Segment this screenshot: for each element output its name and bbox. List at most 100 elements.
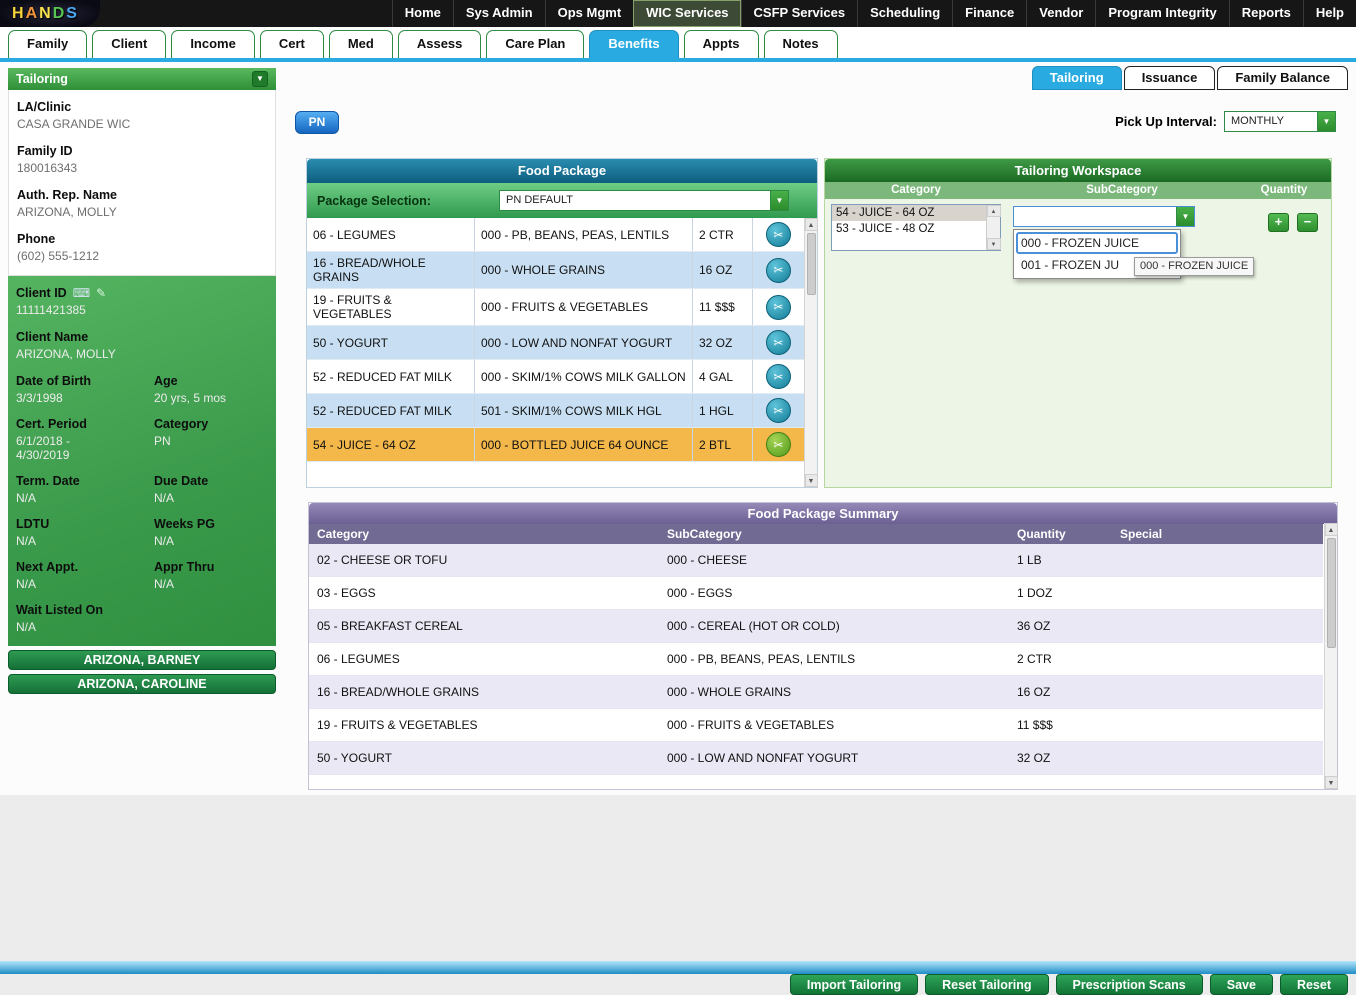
pickup-interval-label: Pick Up Interval: — [1115, 114, 1217, 129]
scroll-up-icon[interactable]: ▲ — [1325, 523, 1338, 536]
scroll-down-icon[interactable]: ▼ — [987, 238, 1001, 250]
subtab-issuance[interactable]: Issuance — [1124, 66, 1216, 90]
nav-item-wic-services[interactable]: WIC Services — [633, 0, 740, 27]
food-package-scrollbar[interactable]: ▲ ▼ — [804, 218, 817, 487]
sidebar-header[interactable]: Tailoring ▼ — [8, 68, 276, 90]
subcategory-option-frozen-juice-000[interactable]: 000 - FROZEN JUICE — [1016, 232, 1178, 254]
tailoring-workspace-panel: Tailoring Workspace Category SubCategory… — [824, 158, 1332, 488]
pn-category-tab[interactable]: PN — [295, 111, 339, 134]
food-package-row[interactable]: 50 - YOGURT 000 - LOW AND NONFAT YOGURT … — [307, 326, 804, 360]
summary-row[interactable]: 03 - EGGS 000 - EGGS 1 DOZ — [309, 577, 1323, 610]
food-package-row[interactable]: 52 - REDUCED FAT MILK 000 - SKIM/1% COWS… — [307, 360, 804, 394]
save-button[interactable]: Save — [1210, 974, 1273, 995]
pickup-interval-select[interactable]: MONTHLY ▼ — [1224, 111, 1336, 132]
date-of-birth-label: Date of Birth — [16, 374, 154, 388]
tab-benefits[interactable]: Benefits — [589, 30, 678, 58]
chevron-down-icon[interactable]: ▼ — [252, 71, 268, 87]
category-listbox[interactable]: 54 - JUICE - 64 OZ 53 - JUICE - 48 OZ ▲ … — [831, 204, 1001, 251]
nav-item-home[interactable]: Home — [392, 0, 453, 27]
tab-notes[interactable]: Notes — [764, 30, 838, 58]
tailor-scissors-icon[interactable]: ✂ — [766, 398, 791, 423]
nav-item-finance[interactable]: Finance — [952, 0, 1026, 27]
tab-care-plan[interactable]: Care Plan — [486, 30, 584, 58]
summary-row[interactable]: 19 - FRUITS & VEGETABLES 000 - FRUITS & … — [309, 709, 1323, 742]
chevron-down-icon[interactable]: ▼ — [1176, 207, 1194, 226]
chevron-down-icon[interactable]: ▼ — [770, 191, 788, 210]
category-cell: 16 - BREAD/WHOLE GRAINS — [309, 676, 659, 708]
scroll-down-icon[interactable]: ▼ — [1325, 776, 1338, 789]
special-cell — [1112, 544, 1323, 576]
tab-appts[interactable]: Appts — [684, 30, 759, 58]
nav-item-vendor[interactable]: Vendor — [1026, 0, 1095, 27]
phone-value: (602) 555-1212 — [17, 249, 267, 263]
chevron-down-icon[interactable]: ▼ — [1317, 112, 1335, 131]
listbox-scrollbar[interactable]: ▲ ▼ — [986, 205, 1000, 250]
summary-row[interactable]: 50 - YOGURT 000 - LOW AND NONFAT YOGURT … — [309, 742, 1323, 775]
summary-col-quantity: Quantity — [1009, 524, 1112, 544]
summary-row[interactable]: 02 - CHEESE OR TOFU 000 - CHEESE 1 LB — [309, 544, 1323, 577]
ldtu-label: LDTU — [16, 517, 154, 531]
logo-letter: S — [66, 5, 78, 23]
food-package-row-selected[interactable]: 54 - JUICE - 64 OZ 000 - BOTTLED JUICE 6… — [307, 428, 804, 462]
edit-pencil-icon[interactable]: ✎ — [96, 287, 106, 299]
subtab-family-balance[interactable]: Family Balance — [1217, 66, 1348, 90]
tab-underline — [0, 58, 1356, 62]
summary-col-subcategory: SubCategory — [659, 524, 1009, 544]
category-option-selected[interactable]: 54 - JUICE - 64 OZ — [832, 205, 987, 221]
summary-row[interactable]: 06 - LEGUMES 000 - PB, BEANS, PEAS, LENT… — [309, 643, 1323, 676]
tailoring-workspace-title: Tailoring Workspace — [825, 159, 1331, 182]
nav-item-scheduling[interactable]: Scheduling — [857, 0, 952, 27]
nav-item-help[interactable]: Help — [1303, 0, 1356, 27]
tailor-scissors-icon[interactable]: ✂ — [766, 364, 791, 389]
category-cell: 50 - YOGURT — [307, 326, 475, 359]
plus-icon[interactable]: + — [1268, 213, 1289, 232]
subcategory-combobox[interactable]: ▼ — [1013, 206, 1195, 227]
minus-icon[interactable]: − — [1297, 213, 1318, 232]
import-tailoring-button[interactable]: Import Tailoring — [790, 974, 918, 995]
wait-listed-on-label: Wait Listed On — [16, 603, 268, 617]
summary-row[interactable]: 05 - BREAKFAST CEREAL 000 - CEREAL (HOT … — [309, 610, 1323, 643]
tab-income[interactable]: Income — [171, 30, 255, 58]
reset-button[interactable]: Reset — [1280, 974, 1348, 995]
tailor-scissors-icon[interactable]: ✂ — [766, 432, 791, 457]
tab-client[interactable]: Client — [92, 30, 166, 58]
nav-item-csfp-services[interactable]: CSFP Services — [741, 0, 858, 27]
tailor-scissors-icon[interactable]: ✂ — [766, 222, 791, 247]
scrollbar-thumb[interactable] — [807, 233, 816, 295]
food-package-row[interactable]: 16 - BREAD/WHOLE GRAINS 000 - WHOLE GRAI… — [307, 252, 804, 289]
tailor-scissors-icon[interactable]: ✂ — [766, 330, 791, 355]
term-date-value: N/A — [16, 491, 126, 505]
category-option[interactable]: 53 - JUICE - 48 OZ — [832, 221, 987, 237]
quantity-cell: 2 CTR — [693, 218, 753, 251]
nav-item-ops-mgmt[interactable]: Ops Mgmt — [545, 0, 634, 27]
package-selection-select[interactable]: PN DEFAULT ▼ — [499, 190, 789, 211]
family-member-button-barney[interactable]: ARIZONA, BARNEY — [8, 650, 276, 670]
nav-item-program-integrity[interactable]: Program Integrity — [1095, 0, 1228, 27]
tab-med[interactable]: Med — [329, 30, 393, 58]
nav-item-reports[interactable]: Reports — [1229, 0, 1303, 27]
food-package-row[interactable]: 19 - FRUITS & VEGETABLES 000 - FRUITS & … — [307, 289, 804, 326]
tab-family[interactable]: Family — [8, 30, 87, 58]
food-package-row[interactable]: 06 - LEGUMES 000 - PB, BEANS, PEAS, LENT… — [307, 218, 804, 252]
prescription-scans-button[interactable]: Prescription Scans — [1056, 974, 1203, 995]
summary-row[interactable]: 16 - BREAD/WHOLE GRAINS 000 - WHOLE GRAI… — [309, 676, 1323, 709]
tailor-scissors-icon[interactable]: ✂ — [766, 295, 791, 320]
scrollbar-thumb[interactable] — [1327, 538, 1336, 648]
summary-scrollbar[interactable]: ▲ ▼ — [1324, 523, 1337, 789]
client-name-value: ARIZONA, MOLLY — [16, 347, 268, 361]
subcategory-input[interactable] — [1014, 207, 1176, 226]
reset-tailoring-button[interactable]: Reset Tailoring — [925, 974, 1048, 995]
tab-assess[interactable]: Assess — [398, 30, 482, 58]
family-member-button-caroline[interactable]: ARIZONA, CAROLINE — [8, 674, 276, 694]
scroll-up-icon[interactable]: ▲ — [987, 205, 1001, 217]
subtab-tailoring[interactable]: Tailoring — [1032, 66, 1122, 90]
tailor-scissors-icon[interactable]: ✂ — [766, 258, 791, 283]
subcategory-cell: 501 - SKIM/1% COWS MILK HGL — [475, 394, 693, 427]
card-icon[interactable]: ⌨ — [73, 287, 90, 299]
subcategory-cell: 000 - FRUITS & VEGETABLES — [475, 289, 693, 325]
tab-cert[interactable]: Cert — [260, 30, 324, 58]
nav-item-sys-admin[interactable]: Sys Admin — [453, 0, 545, 27]
food-package-row[interactable]: 52 - REDUCED FAT MILK 501 - SKIM/1% COWS… — [307, 394, 804, 428]
scroll-up-icon[interactable]: ▲ — [805, 218, 818, 231]
scroll-down-icon[interactable]: ▼ — [805, 474, 818, 487]
